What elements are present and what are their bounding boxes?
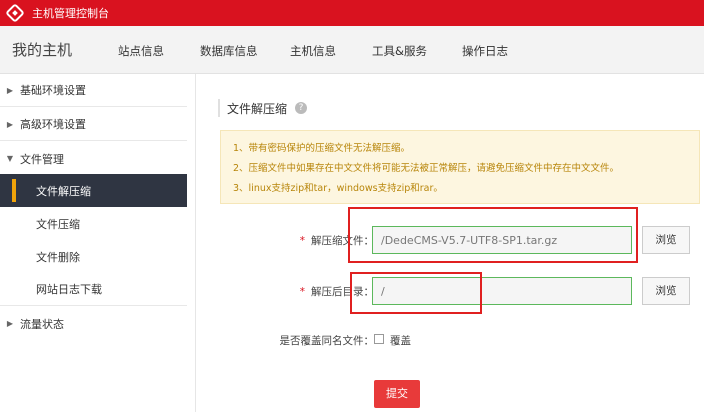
sidebar-item-log-download[interactable]: 网站日志下载 [0,273,187,306]
nav-operation-log[interactable]: 操作日志 [462,43,508,59]
browse-dir-button[interactable]: 浏览 [642,277,690,305]
required-mark: * [299,235,305,247]
overwrite-row: 是否覆盖同名文件： 覆盖 [196,330,704,350]
sidebar-item-label: 流量状态 [20,317,64,331]
sidebar-item-label: 高级环境设置 [20,118,86,131]
sidebar-item-label: 文件管理 [20,152,64,166]
section-title: 文件解压缩 ? [218,99,308,117]
main-nav: 我的主机 站点信息 数据库信息 主机信息 工具&服务 操作日志 [0,26,704,74]
sidebar-item-label: 文件删除 [36,250,80,264]
active-indicator [12,179,16,202]
top-bar: 主机管理控制台 [0,0,704,26]
overwrite-label: 是否覆盖同名文件： [279,335,375,347]
overwrite-checkbox[interactable] [374,334,384,344]
sidebar: ▶ 基础环境设置 ▶ 高级环境设置 ▼ 文件管理 文件解压缩 文件压缩 文件删除… [0,74,196,412]
sidebar-item-advanced-env[interactable]: ▶ 高级环境设置 [0,108,187,141]
console-title: 主机管理控制台 [32,7,109,20]
my-host-title[interactable]: 我的主机 [12,39,116,60]
help-icon[interactable]: ? [295,102,308,114]
sidebar-item-file-management[interactable]: ▼ 文件管理 [0,142,187,175]
overwrite-checkbox-label[interactable]: 覆盖 [390,333,411,348]
required-mark: * [299,286,305,298]
sidebar-item-label: 网站日志下载 [36,283,102,296]
brand-logo-icon [5,3,25,23]
chevron-right-icon: ▶ [6,85,14,95]
notice-box: 1、带有密码保护的压缩文件无法解压缩。 2、压缩文件中如果存在中文文件将可能无法… [220,130,700,204]
notice-line: 3、linux支持zip和tar，windows支持zip和rar。 [233,183,443,194]
main-content: 文件解压缩 ? 1、带有密码保护的压缩文件无法解压缩。 2、压缩文件中如果存在中… [196,74,704,412]
nav-host-info[interactable]: 主机信息 [290,43,336,59]
sidebar-item-label: 文件压缩 [36,217,80,231]
chevron-right-icon: ▶ [6,119,14,129]
chevron-down-icon: ▼ [6,154,14,163]
annotation-box [350,272,482,314]
chevron-right-icon: ▶ [6,319,14,328]
sidebar-item-traffic[interactable]: ▶ 流量状态 [0,307,187,340]
notice-line: 2、压缩文件中如果存在中文文件将可能无法被正常解压，请避免压缩文件中存在中文文件… [233,163,620,174]
browse-file-button[interactable]: 浏览 [642,226,690,254]
sidebar-item-unzip[interactable]: 文件解压缩 [0,174,187,207]
submit-button[interactable]: 提交 [374,380,420,408]
sidebar-item-delete[interactable]: 文件删除 [0,240,187,273]
notice-line: 1、带有密码保护的压缩文件无法解压缩。 [233,143,411,154]
sidebar-item-label: 基础环境设置 [20,84,86,97]
sidebar-item-label: 文件解压缩 [36,184,91,198]
section-title-text: 文件解压缩 [227,101,288,116]
sidebar-item-basic-env[interactable]: ▶ 基础环境设置 [0,74,187,107]
nav-database-info[interactable]: 数据库信息 [200,43,258,59]
sidebar-item-compress[interactable]: 文件压缩 [0,207,187,240]
nav-site-info[interactable]: 站点信息 [118,43,164,59]
nav-tools-services[interactable]: 工具&服务 [372,43,427,59]
annotation-box [348,207,638,263]
